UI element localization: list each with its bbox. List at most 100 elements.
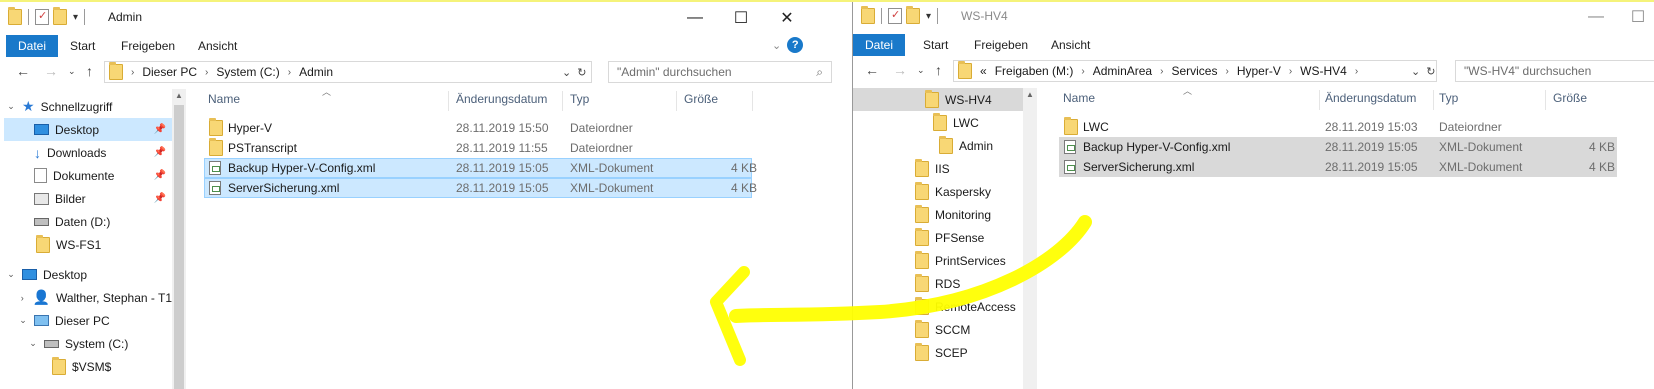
nav-item-bilder[interactable]: Bilder 📌 (4, 187, 172, 210)
pin-icon[interactable]: 📌 (154, 147, 166, 158)
properties-icon[interactable] (35, 9, 49, 25)
breadcrumb-item[interactable]: AdminArea (1093, 64, 1152, 78)
scroll-up-icon[interactable]: ▲ (172, 91, 186, 100)
up-button[interactable]: ↑ (86, 63, 93, 79)
column-divider[interactable] (676, 91, 677, 111)
search-icon[interactable]: ⌕ (816, 65, 823, 80)
breadcrumb-separator[interactable]: › (1225, 66, 1228, 77)
breadcrumb-separator[interactable]: › (1160, 66, 1163, 77)
tab-datei[interactable]: Datei (853, 34, 906, 56)
tab-ansicht[interactable]: Ansicht (1051, 34, 1090, 56)
nav-item-vsm[interactable]: $VSM$ (52, 355, 172, 378)
breadcrumb-item[interactable]: Admin (299, 65, 333, 79)
breadcrumb-overflow[interactable]: « (980, 64, 987, 78)
column-header-size[interactable]: Größe (684, 92, 718, 110)
recent-locations-icon[interactable]: ⌄ (917, 65, 925, 76)
properties-icon[interactable] (888, 8, 902, 24)
customize-dropdown-icon[interactable]: ▾ (73, 12, 78, 23)
nav-item-daten[interactable]: Daten (D:) (4, 210, 172, 233)
recent-locations-icon[interactable]: ⌄ (68, 66, 76, 77)
nav-item-sccm[interactable]: SCCM (915, 318, 970, 341)
breadcrumb-separator[interactable]: › (1289, 66, 1292, 77)
column-header-date[interactable]: Änderungsdatum (1325, 91, 1416, 109)
navigation-pane[interactable]: ⌄ ★ Schnellzugriff Desktop 📌 ↓ Downloads… (0, 89, 172, 389)
breadcrumb-separator[interactable]: › (1081, 66, 1084, 77)
nav-item-lwc[interactable]: LWC (933, 111, 979, 134)
column-divider[interactable] (1433, 90, 1434, 110)
tab-freigeben[interactable]: Freigeben (974, 34, 1028, 56)
column-divider[interactable] (1319, 90, 1320, 110)
column-header-type[interactable]: Typ (1439, 91, 1458, 109)
scroll-up-icon[interactable]: ▲ (1023, 90, 1037, 99)
nav-item-dieser-pc[interactable]: ⌄ Dieser PC (18, 309, 172, 332)
breadcrumb-item[interactable]: System (C:) (216, 65, 279, 79)
expand-ribbon-icon[interactable]: ⌄ (772, 39, 781, 52)
help-icon[interactable]: ? (787, 37, 804, 53)
breadcrumb-item[interactable]: Services (1171, 64, 1217, 78)
title-bar[interactable]: ▾ WS-HV4 — ☐ (853, 0, 1654, 34)
address-bar[interactable]: › Dieser PC › System (C:) › Admin (104, 61, 592, 83)
forward-button[interactable]: → (893, 62, 907, 78)
nav-item-user[interactable]: › 👤 Walther, Stephan - T1 (18, 286, 172, 309)
nav-item-remoteaccess[interactable]: RemoteAccess (915, 295, 1016, 318)
navigation-pane[interactable]: WS-HV4 LWC Admin IIS Kaspersky Monitorin… (853, 88, 1023, 389)
column-divider[interactable] (448, 91, 449, 111)
file-row-lwc[interactable]: LWC 28.11.2019 15:03 Dateiordner (1059, 117, 1617, 137)
file-row-pstranscript[interactable]: PSTranscript 28.11.2019 11:55 Dateiordne… (204, 138, 752, 158)
tab-ansicht[interactable]: Ansicht (198, 35, 237, 57)
file-row-hyper-v[interactable]: Hyper-V 28.11.2019 15:50 Dateiordner (204, 118, 752, 138)
refresh-icon[interactable]: ↻ (577, 66, 586, 79)
column-header-type[interactable]: Typ (570, 92, 589, 110)
nav-item-dokumente[interactable]: Dokumente 📌 (4, 164, 172, 187)
breadcrumb-separator[interactable]: › (205, 67, 208, 78)
address-bar[interactable]: « Freigaben (M:) › AdminArea › Services … (953, 60, 1437, 82)
nav-item-desktop[interactable]: Desktop 📌 (4, 118, 172, 141)
minimize-button[interactable]: — (672, 5, 718, 31)
breadcrumb-item[interactable]: Dieser PC (142, 65, 197, 79)
pin-icon[interactable]: 📌 (154, 170, 166, 181)
collapse-icon[interactable]: ⌄ (28, 338, 38, 349)
collapse-icon[interactable]: ⌄ (18, 315, 28, 326)
nav-item-scep[interactable]: SCEP (915, 341, 968, 364)
nav-item-monitoring[interactable]: Monitoring (915, 203, 991, 226)
expand-icon[interactable]: › (18, 293, 27, 303)
column-header-size[interactable]: Größe (1553, 91, 1587, 109)
address-dropdown-icon[interactable]: ⌄ (1411, 65, 1420, 78)
collapse-icon[interactable]: ⌄ (6, 101, 16, 112)
nav-item-admin[interactable]: Admin (939, 134, 993, 157)
collapse-icon[interactable]: ⌄ (6, 269, 16, 280)
nav-item-desktop-root[interactable]: ⌄ Desktop (6, 263, 172, 286)
nav-item-ws-hv4[interactable]: WS-HV4 (853, 88, 1023, 111)
column-header-name[interactable]: Name (208, 92, 240, 110)
address-dropdown-icon[interactable]: ⌄ (562, 66, 571, 79)
nav-scrollbar[interactable]: ▲ (172, 89, 186, 389)
tab-freigeben[interactable]: Freigeben (121, 35, 175, 57)
breadcrumb-item[interactable]: WS-HV4 (1300, 64, 1347, 78)
column-header-date[interactable]: Änderungsdatum (456, 92, 547, 110)
search-input[interactable]: "WS-HV4" durchsuchen (1455, 60, 1654, 82)
nav-item-rds[interactable]: RDS (915, 272, 960, 295)
title-bar[interactable]: ▾ Admin — ☐ ✕ (0, 1, 852, 35)
breadcrumb-separator[interactable]: › (288, 67, 291, 78)
pin-icon[interactable]: 📌 (154, 193, 166, 204)
tab-start[interactable]: Start (923, 34, 948, 56)
breadcrumb-separator[interactable]: › (131, 67, 134, 78)
tab-datei[interactable]: Datei (6, 35, 59, 57)
column-header-name[interactable]: Name (1063, 91, 1095, 109)
nav-scrollbar[interactable]: ▲ (1023, 88, 1037, 389)
nav-item-iis[interactable]: IIS (915, 157, 950, 180)
breadcrumb-item[interactable]: Freigaben (M:) (995, 64, 1074, 78)
back-button[interactable]: ← (16, 63, 30, 79)
nav-item-ws-fs1[interactable]: WS-FS1 (4, 233, 172, 256)
file-row-backup-config[interactable]: Backup Hyper-V-Config.xml 28.11.2019 15:… (204, 158, 757, 178)
customize-dropdown-icon[interactable]: ▾ (926, 11, 931, 22)
nav-item-pfsense[interactable]: PFSense (915, 226, 984, 249)
close-button[interactable]: ✕ (764, 5, 810, 31)
file-row-serversicherung[interactable]: ServerSicherung.xml 28.11.2019 15:05 XML… (1059, 157, 1617, 177)
column-divider[interactable] (562, 91, 563, 111)
nav-item-schnellzugriff[interactable]: ⌄ ★ Schnellzugriff (6, 95, 172, 118)
file-row-backup-config[interactable]: Backup Hyper-V-Config.xml 28.11.2019 15:… (1059, 137, 1617, 157)
forward-button[interactable]: → (44, 63, 58, 79)
breadcrumb-item[interactable]: Hyper-V (1237, 64, 1281, 78)
scroll-thumb[interactable] (174, 105, 184, 389)
